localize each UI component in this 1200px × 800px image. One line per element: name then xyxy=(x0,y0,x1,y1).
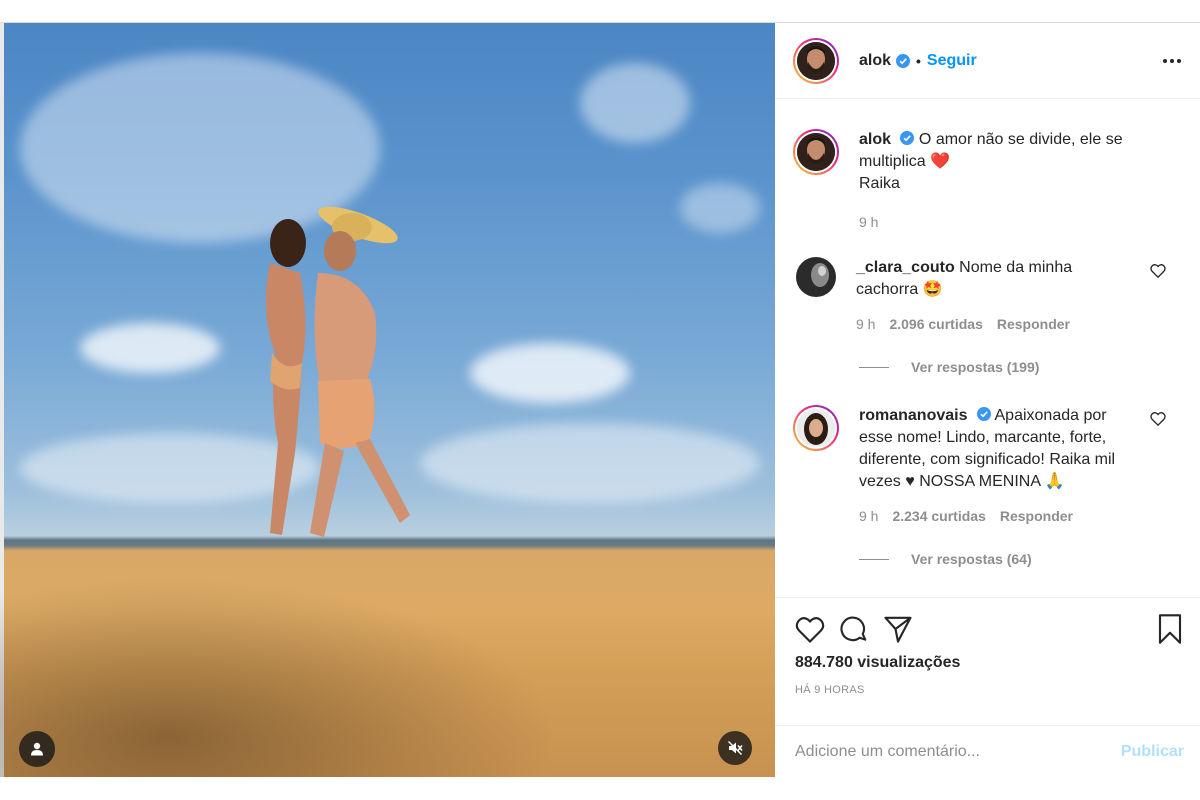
like-comment-heart-icon[interactable] xyxy=(1150,411,1166,431)
reply-button[interactable]: Responder xyxy=(997,313,1070,335)
caption-second-line: Raika xyxy=(859,175,900,192)
commenter-avatar[interactable] xyxy=(793,405,839,451)
post-actions: 884.780 visualizações HÁ 9 HORAS xyxy=(775,597,1200,725)
caption-username[interactable]: alok xyxy=(859,131,891,148)
comment-time[interactable]: 9 h xyxy=(856,313,875,335)
couple-figures xyxy=(266,206,410,537)
mute-toggle-button[interactable] xyxy=(718,731,752,765)
paper-plane-icon[interactable] xyxy=(883,615,913,643)
bookmark-icon[interactable] xyxy=(1156,614,1184,644)
post-time-ago[interactable]: HÁ 9 HORAS xyxy=(795,684,1184,696)
comment-bubble-icon[interactable] xyxy=(839,614,869,644)
follow-button[interactable]: Seguir xyxy=(927,52,977,70)
author-avatar[interactable] xyxy=(793,37,839,84)
comment-username[interactable]: _clara_couto xyxy=(856,259,955,276)
caption-text: O amor não se divide, ele se multiplica xyxy=(859,131,1123,170)
verified-badge-icon xyxy=(900,130,915,145)
comment-item: romananovais Apaixonada por esse nome! L… xyxy=(793,405,1182,527)
view-replies-button[interactable]: Ver respostas (199) xyxy=(859,359,1182,375)
reply-button[interactable]: Responder xyxy=(1000,505,1073,527)
comments-list[interactable]: alok O amor não se divide, ele se multip… xyxy=(775,99,1200,597)
post-video[interactable] xyxy=(0,23,775,777)
publish-button[interactable]: Publicar xyxy=(1121,743,1184,761)
star-eyes-emoji: 🤩 xyxy=(922,281,943,298)
speaker-muted-icon xyxy=(727,740,743,756)
like-comment-heart-icon[interactable] xyxy=(1150,263,1166,283)
author-username[interactable]: alok xyxy=(859,52,891,70)
more-options-icon xyxy=(1162,58,1182,64)
user-tag-button[interactable] xyxy=(19,731,55,767)
verified-badge-icon xyxy=(896,53,911,68)
cloud xyxy=(680,183,760,233)
verified-badge-icon xyxy=(976,406,991,421)
instagram-post: alok • Seguir alok O amor não se divide,… xyxy=(0,22,1200,777)
commenter-avatar[interactable] xyxy=(796,257,836,297)
caption-time[interactable]: 9 h xyxy=(859,211,878,233)
separator-dot: • xyxy=(916,52,921,69)
post-header: alok • Seguir xyxy=(775,23,1200,99)
comment-item: _clara_couto Nome da minha cachorra 🤩 9 … xyxy=(793,257,1182,335)
cloud xyxy=(580,63,690,143)
heart-emoji: ❤️ xyxy=(930,153,951,170)
caption-avatar[interactable] xyxy=(793,129,839,175)
comment-likes[interactable]: 2.234 curtidas xyxy=(892,505,985,527)
add-comment-bar: Publicar xyxy=(775,725,1200,777)
comment-time[interactable]: 9 h xyxy=(859,505,878,527)
cloud xyxy=(420,423,760,503)
user-tag-icon xyxy=(30,742,44,756)
replies-line xyxy=(859,366,889,368)
cloud xyxy=(470,343,630,403)
caption: alok O amor não se divide, ele se multip… xyxy=(793,129,1182,233)
comment-username[interactable]: romananovais xyxy=(859,407,967,424)
more-options-button[interactable] xyxy=(1160,58,1184,64)
view-replies-label: Ver respostas (199) xyxy=(911,359,1040,375)
comment-input[interactable] xyxy=(795,742,1121,761)
sand-shadow xyxy=(0,577,560,777)
views-count[interactable]: 884.780 visualizações xyxy=(795,654,1184,672)
view-replies-label: Ver respostas (64) xyxy=(911,551,1032,567)
post-side-panel: alok • Seguir alok O amor não se divide,… xyxy=(775,23,1200,777)
praying-hands-emoji: 🙏 xyxy=(1044,473,1065,490)
comment-likes[interactable]: 2.096 curtidas xyxy=(889,313,982,335)
cloud xyxy=(80,323,220,373)
heart-icon[interactable] xyxy=(795,615,825,643)
view-replies-button[interactable]: Ver respostas (64) xyxy=(859,551,1182,567)
replies-line xyxy=(859,558,889,560)
